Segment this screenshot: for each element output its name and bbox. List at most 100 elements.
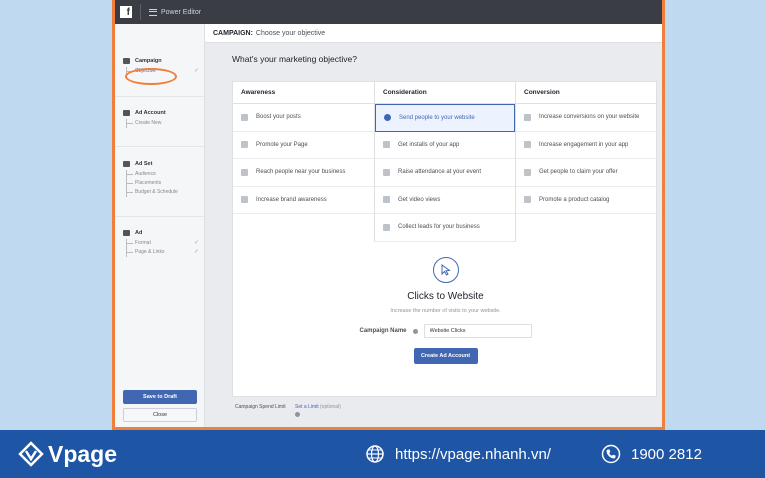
objective-app-engagement[interactable]: Increase engagement in your app [516, 132, 658, 159]
sidebar-sublist: Audience Placements Budget & Schedule [126, 170, 201, 197]
objective-label: Increase conversions on your website [539, 114, 640, 121]
objective-product-catalog[interactable]: Promote a product catalog [516, 187, 658, 214]
create-ad-account-button[interactable]: Create Ad Account [413, 348, 478, 364]
detail-description: Increase the number of visits to your we… [390, 308, 501, 314]
objective-label: Promote a product catalog [539, 196, 610, 203]
check-icon: ✓ [193, 240, 199, 246]
objective-app-installs[interactable]: Get installs of your app [375, 132, 515, 159]
sidebar-sublist: Create New [126, 119, 201, 128]
ad-icon [123, 230, 130, 236]
folder-icon [123, 58, 130, 64]
objective-label: Boost your posts [256, 114, 301, 121]
info-icon[interactable] [295, 412, 300, 417]
page-title: What's your marketing objective? [232, 54, 357, 64]
objective-reach-near[interactable]: Reach people near your business [233, 159, 375, 187]
campaign-name-row: Campaign Name [233, 324, 658, 338]
column-header: Conversion [516, 82, 658, 104]
sidebar-divider [115, 146, 205, 147]
objective-detail: Clicks to Website Increase the number of… [233, 257, 658, 364]
column-conversion: Conversion Increase conversions on your … [516, 82, 658, 214]
detail-title: Clicks to Website [407, 291, 484, 302]
sidebar: Campaign Objective ✓ Ad Account Create N… [115, 24, 205, 427]
objective-label: Send people to your website [399, 114, 475, 121]
main-content: CAMPAIGN: Choose your objective What's y… [205, 24, 662, 427]
megaphone-icon [123, 110, 130, 116]
objective-brand-awareness[interactable]: Increase brand awareness [233, 187, 375, 214]
spend-limit-label: Campaign Spend Limit [235, 404, 286, 410]
video-camera-icon [383, 196, 390, 204]
sidebar-group-ad-account: Ad Account Create New [123, 110, 201, 128]
info-icon[interactable] [412, 328, 418, 334]
column-header: Awareness [233, 82, 375, 104]
objective-boost-posts[interactable]: Boost your posts [233, 104, 375, 132]
objective-event-attendance[interactable]: Raise attendance at your event [375, 159, 515, 187]
phone-icon [601, 444, 621, 464]
facebook-logo-icon[interactable]: f [120, 6, 132, 18]
objective-label: Get installs of your app [398, 141, 460, 148]
objective-promote-page[interactable]: Promote your Page [233, 132, 375, 159]
check-circle-icon [384, 114, 391, 122]
sidebar-item-placements[interactable]: Placements [127, 179, 201, 188]
sidebar-item-budget-schedule[interactable]: Budget & Schedule [127, 188, 201, 197]
sidebar-item-ad[interactable]: Ad [123, 230, 201, 236]
objective-collect-leads[interactable]: Collect leads for your business [375, 214, 515, 242]
website-url[interactable]: https://vpage.nhanh.vn/ [365, 444, 551, 464]
calendar-icon [383, 168, 390, 176]
campaign-name-input[interactable] [423, 324, 532, 338]
sidebar-item-ad-account[interactable]: Ad Account [123, 110, 201, 116]
sidebar-item-label: Ad [135, 230, 143, 236]
sidebar-item-create-new[interactable]: Create New [127, 119, 201, 128]
save-to-draft-button[interactable]: Save to Draft [123, 390, 197, 404]
vpage-logo: Vpage [18, 441, 117, 468]
sidebar-item-format[interactable]: Format [127, 239, 201, 248]
phone-text: 1900 2812 [631, 445, 702, 463]
objective-highlight-ring [125, 68, 177, 85]
sidebar-item-ad-set[interactable]: Ad Set [123, 161, 201, 167]
column-consideration: Consideration Send people to your websit… [374, 82, 516, 242]
sidebar-group-ad: Ad Format Page & Links ✓ ✓ [123, 230, 201, 257]
objective-panel: Awareness Boost your posts Promote your … [232, 81, 658, 397]
top-bar: f Power Editor [115, 0, 662, 24]
sidebar-divider [115, 216, 205, 217]
objective-send-website[interactable]: Send people to your website [375, 104, 515, 132]
objective-label: Collect leads for your business [398, 224, 480, 231]
globe-icon [366, 445, 384, 463]
sidebar-divider [115, 96, 205, 97]
objective-claim-offer[interactable]: Get people to claim your offer [516, 159, 658, 187]
ticket-icon [524, 168, 531, 176]
page-header: CAMPAIGN: Choose your objective [205, 24, 662, 43]
sidebar-item-label: Campaign [135, 58, 162, 64]
app-title: Power Editor [161, 8, 202, 16]
objective-label: Raise attendance at your event [398, 169, 482, 176]
grid-icon [123, 161, 130, 167]
funnel-icon [383, 223, 390, 231]
close-button[interactable]: Close [123, 408, 197, 422]
vpage-logo-icon [18, 441, 44, 467]
sidebar-item-label: Ad Account [135, 110, 166, 116]
footer-banner: Vpage https://vpage.nhanh.vn/ 1900 2812 [0, 430, 765, 478]
objective-label: Increase engagement in your app [539, 141, 629, 148]
screenshot-frame: f Power Editor Campaign Objective ✓ Ad A… [112, 0, 665, 430]
sidebar-sublist: Format Page & Links ✓ ✓ [126, 239, 201, 257]
set-limit-link[interactable]: Set a Limit [295, 404, 319, 410]
sidebar-item-audience[interactable]: Audience [127, 170, 201, 179]
objective-website-conversions[interactable]: Increase conversions on your website [516, 104, 658, 132]
topbar-divider [140, 4, 141, 20]
objective-video-views[interactable]: Get video views [375, 187, 515, 214]
brand-name: Vpage [48, 440, 118, 467]
sidebar-group-ad-set: Ad Set Audience Placements Budget & Sche… [123, 161, 201, 197]
column-header: Consideration [375, 82, 515, 104]
campaign-name-label: Campaign Name [359, 328, 407, 334]
optional-label: (optional) [320, 404, 341, 410]
check-icon: ✓ [193, 68, 199, 74]
cart-icon [524, 196, 531, 204]
megaphone-icon [241, 196, 248, 204]
phone-number[interactable]: 1900 2812 [601, 444, 702, 464]
objective-label: Get people to claim your offer [539, 169, 618, 176]
sidebar-item-page-links[interactable]: Page & Links [127, 248, 201, 257]
objective-label: Get video views [398, 196, 441, 203]
hamburger-menu-icon[interactable] [149, 8, 157, 16]
objective-label: Increase brand awareness [256, 196, 327, 203]
section-label: CAMPAIGN: [213, 29, 253, 37]
sidebar-item-campaign[interactable]: Campaign [123, 58, 201, 64]
